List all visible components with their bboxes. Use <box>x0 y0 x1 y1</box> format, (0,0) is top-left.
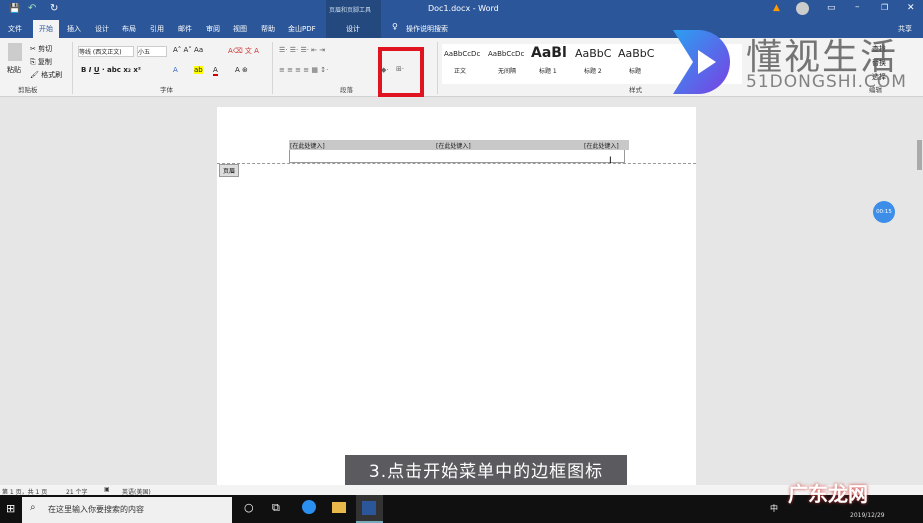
ime-indicator[interactable]: 中 <box>770 503 778 514</box>
tab-header-design[interactable]: 设计 <box>326 20 381 38</box>
search-placeholder: 在这里输入你要搜索的内容 <box>48 505 144 514</box>
lightbulb-icon: ♀ <box>392 22 398 31</box>
watermark-url: 51DONGSHI.COM <box>746 72 907 92</box>
group-font: 字体 <box>160 86 173 94</box>
header-cell-left[interactable]: [在此处键入] <box>290 141 325 150</box>
cortana-icon[interactable]: ○ <box>244 501 254 514</box>
clock-date[interactable]: 2019/12/29 <box>850 512 885 519</box>
copy-button[interactable]: ⎘ 复制 <box>30 57 52 67</box>
undo-icon[interactable]: ↶ <box>28 3 36 14</box>
tab-mailings[interactable]: 邮件 <box>178 24 192 34</box>
header-cell-center[interactable]: [在此处键入] <box>436 141 471 150</box>
group-styles: 样式 <box>629 86 642 94</box>
bullets-icon[interactable]: ☰· ☰· ☰· ⇤ ⇥ <box>279 46 325 54</box>
divider <box>72 42 73 94</box>
divider <box>437 42 438 94</box>
warning-icon[interactable]: ▲ <box>773 3 780 13</box>
tab-design[interactable]: 设计 <box>95 24 109 34</box>
tab-layout[interactable]: 布局 <box>122 24 136 34</box>
align-icons[interactable]: ≡ ≡ ≡ ≡ ▦ ↕· <box>279 66 328 74</box>
copy-label: 复制 <box>37 58 52 66</box>
text-cursor-icon: I <box>609 156 612 166</box>
group-paragraph: 段落 <box>340 86 353 94</box>
file-explorer-icon[interactable] <box>332 502 346 513</box>
style-title[interactable]: 标题 <box>629 66 641 75</box>
restore-icon[interactable]: ❐ <box>881 3 888 12</box>
style-heading2[interactable]: 标题 2 <box>584 66 602 75</box>
group-clipboard: 剪贴板 <box>18 86 38 94</box>
ribbon-display-icon[interactable]: ▭ <box>827 3 836 13</box>
style-preview[interactable]: AaBbCcDc <box>444 50 480 58</box>
status-bar: 第 1 页，共 1 页 21 个字 ▣ 英语(美国) <box>0 485 923 496</box>
header-label: 页眉 <box>219 164 240 177</box>
font-size-select[interactable]: 小五 <box>137 46 167 57</box>
header-boundary <box>217 163 696 164</box>
format-painter-label: 格式刷 <box>41 71 63 79</box>
style-preview[interactable]: AaBbCcDc <box>488 50 524 58</box>
browser-icon[interactable] <box>302 500 316 514</box>
text-effects-icon[interactable]: A <box>173 66 178 74</box>
header-table-row[interactable] <box>289 150 625 163</box>
word-taskbar-button[interactable] <box>356 495 383 523</box>
redo-icon[interactable]: ↻ <box>50 3 58 14</box>
divider <box>272 42 273 94</box>
tab-view[interactable]: 视图 <box>233 24 247 34</box>
timer-badge: 00:15 <box>873 201 895 223</box>
style-no-spacing[interactable]: 无间隔 <box>498 66 516 75</box>
highlight-icon[interactable]: ab <box>194 66 203 74</box>
header-table[interactable]: [在此处键入] [在此处键入] [在此处键入] <box>289 140 629 150</box>
tab-review[interactable]: 审阅 <box>206 24 220 34</box>
minimize-icon[interactable]: – <box>855 2 860 12</box>
paste-icon[interactable] <box>8 43 22 61</box>
font-color-icon[interactable]: A <box>213 66 218 76</box>
font-name-select[interactable]: 等线 (西文正文) <box>78 46 134 57</box>
task-view-icon[interactable]: ⧉ <box>272 501 280 515</box>
char-shading-icon[interactable]: A ⊛ <box>235 66 248 74</box>
play-logo-icon <box>673 30 730 94</box>
windows-start-icon[interactable]: ⊞ <box>6 502 15 515</box>
close-icon[interactable]: ✕ <box>907 3 915 13</box>
context-tools-label: 页眉和页脚工具 <box>329 7 372 14</box>
tab-file[interactable]: 文件 <box>8 24 22 34</box>
tab-home[interactable]: 开始 <box>33 20 59 38</box>
tab-references[interactable]: 引用 <box>150 24 164 34</box>
header-cell-right[interactable]: [在此处键入] <box>584 141 619 150</box>
cut-label: 剪切 <box>38 45 53 53</box>
save-icon[interactable]: 💾 <box>9 4 20 14</box>
tab-help[interactable]: 帮助 <box>261 24 275 34</box>
tell-me-search[interactable]: 操作说明搜索 <box>406 24 448 34</box>
word-icon <box>362 501 376 515</box>
cut-button[interactable]: ✂ 剪切 <box>30 44 52 54</box>
search-icon: ⌕ <box>30 502 36 513</box>
paste-button[interactable]: 粘贴 <box>7 65 21 75</box>
grow-font-icon[interactable]: A˄ A˅ Aa <box>173 46 203 54</box>
style-heading1[interactable]: 标题 1 <box>539 66 557 75</box>
style-normal[interactable]: 正文 <box>454 66 466 75</box>
title-bar: 💾 ↶ ↻ Doc1.docx - Word ▲ ▭ – ❐ ✕ <box>0 0 923 20</box>
tab-insert[interactable]: 插入 <box>67 24 81 34</box>
document-title: Doc1.docx - Word <box>428 4 499 13</box>
style-preview[interactable]: AaBbC <box>575 47 611 60</box>
clear-format-icon[interactable]: A⌫ 文 A <box>228 46 259 56</box>
bold-button[interactable]: B I U · abc x₂ x² <box>81 66 141 74</box>
style-preview[interactable]: AaBbC <box>618 47 654 60</box>
vertical-scrollbar[interactable] <box>917 140 922 170</box>
tab-pdf[interactable]: 金山PDF <box>288 24 316 34</box>
format-painter-button[interactable]: 🖌 格式刷 <box>30 70 62 80</box>
style-preview[interactable]: AaBl <box>531 45 567 61</box>
caption-subtitle: 3.点击开始菜单中的边框图标 <box>345 455 627 489</box>
highlight-box <box>378 47 424 97</box>
proofing-icon[interactable]: ▣ <box>104 486 110 493</box>
corner-watermark: 广东龙网 <box>788 482 868 506</box>
watermark-logo: 懂视生活 51DONGSHI.COM <box>668 28 913 98</box>
taskbar-search[interactable]: ⌕ 在这里输入你要搜索的内容 <box>22 497 232 523</box>
avatar[interactable] <box>796 2 809 15</box>
